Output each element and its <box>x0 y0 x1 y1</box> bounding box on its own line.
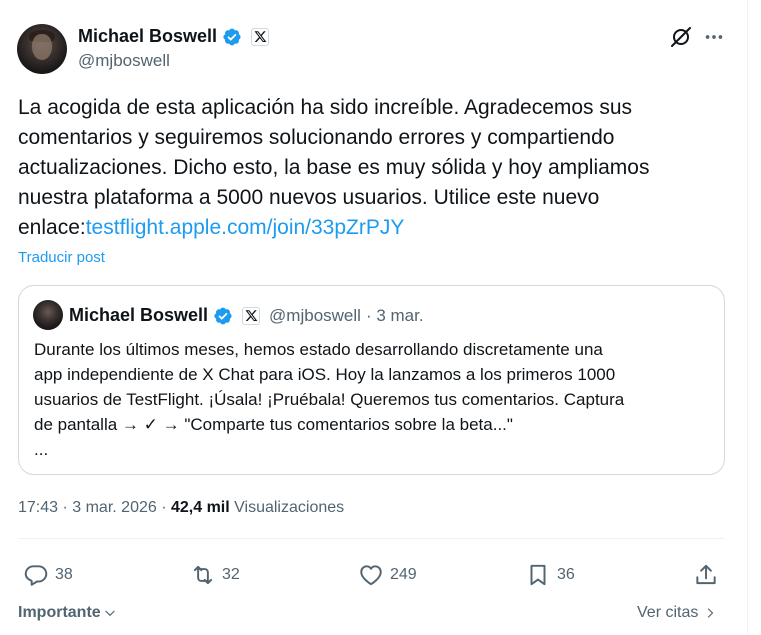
quote-line: Durante los últimos meses, hemos estado … <box>34 340 603 359</box>
avatar[interactable] <box>17 24 67 74</box>
repost-icon <box>193 565 213 585</box>
tweet-text: La acogida de esta aplicación ha sido in… <box>18 93 718 243</box>
reply-icon <box>24 565 48 586</box>
bookmark-count: 36 <box>557 566 575 583</box>
divider <box>18 538 725 539</box>
views-label: Visualizaciones <box>234 499 345 516</box>
share-button[interactable] <box>693 562 719 588</box>
quote-line: de pantalla → ✓ → "Comparte tus comentar… <box>34 415 513 434</box>
chevron-right-icon <box>708 608 714 618</box>
like-icon <box>360 565 382 586</box>
like-button[interactable]: 249 <box>358 562 417 588</box>
author-display-name[interactable]: Michael Boswell <box>78 26 217 47</box>
quoted-tweet-card[interactable]: Michael Boswell @mjboswell · 3 mar. Dura… <box>18 285 725 475</box>
author-handle[interactable]: @mjboswell <box>78 51 170 71</box>
x-logo-icon <box>242 306 261 325</box>
views-count: 42,4 mil <box>170 499 230 516</box>
verified-badge-icon <box>214 307 232 324</box>
quote-display-name: Michael Boswell <box>69 305 209 325</box>
quote-header: Michael Boswell @mjboswell · 3 mar. <box>69 305 424 326</box>
tweet-link[interactable]: testflight.apple.com/join/33pZrPJY <box>86 216 405 239</box>
translate-post-link[interactable]: Traducir post <box>18 249 105 266</box>
more-icon[interactable] <box>702 24 726 50</box>
like-count: 249 <box>390 566 417 583</box>
quote-line: usuarios de TestFlight. ¡Úsala! ¡Pruébal… <box>34 390 625 409</box>
view-quotes-link[interactable]: Ver citas <box>637 604 716 622</box>
quote-date: · 3 mar. <box>365 305 424 325</box>
quote-text: Durante los últimos meses, hemos estado … <box>34 337 714 462</box>
view-quotes-label: Ver citas <box>637 604 699 621</box>
importante-toggle[interactable]: Importante <box>18 604 117 622</box>
tweet-timestamp[interactable]: 17:43 · 3 mar. 2026 · <box>18 499 167 516</box>
grok-icon[interactable] <box>668 24 694 50</box>
quote-line: app independiente de X Chat para iOS. Ho… <box>34 365 616 384</box>
reply-button[interactable]: 38 <box>23 562 73 588</box>
tweet-meta: 17:43 · 3 mar. 2026 · 42,4 mil Visualiza… <box>18 499 344 517</box>
column-border <box>747 0 748 635</box>
verified-badge-icon <box>223 28 241 45</box>
repost-button[interactable]: 32 <box>190 562 240 588</box>
bookmark-button[interactable]: 36 <box>525 562 575 588</box>
share-icon <box>696 564 716 585</box>
quote-handle: @mjboswell <box>269 305 361 325</box>
quote-avatar <box>33 300 63 330</box>
bookmark-icon <box>530 564 546 586</box>
importante-label: Importante <box>18 604 101 621</box>
author-name-row: Michael Boswell <box>78 26 270 47</box>
repost-count: 32 <box>222 566 240 583</box>
reply-count: 38 <box>55 566 73 583</box>
quote-line: ... <box>34 440 49 459</box>
chevron-down-icon <box>105 610 115 616</box>
x-logo-icon <box>251 27 270 46</box>
